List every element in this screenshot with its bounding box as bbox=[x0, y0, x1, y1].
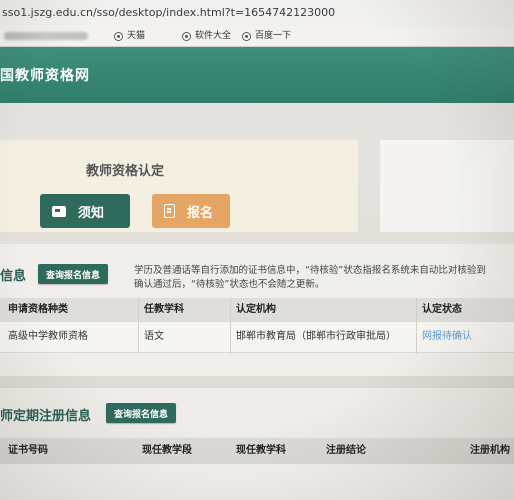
registration-table-header: 证书号码 现任教学段 现任教学科 注册结论 注册机构 bbox=[0, 438, 514, 464]
site-title: 国教师资格网 bbox=[0, 68, 90, 84]
info-section-title: 信息 bbox=[0, 269, 27, 284]
bookmark-tmall[interactable]: 天猫 bbox=[114, 26, 145, 46]
column-divider bbox=[138, 298, 139, 354]
side-panel bbox=[380, 140, 514, 232]
bookmarks-bar: 天猫 软件大全 百度一下 bbox=[0, 26, 514, 47]
query-registration-button-2[interactable]: 查询报名信息 bbox=[106, 403, 176, 423]
globe-icon bbox=[182, 31, 191, 41]
cell-agency: 邯郸市教育局（邯郸市行政审批局） bbox=[236, 331, 396, 342]
column-header: 申请资格种类 bbox=[8, 304, 68, 315]
column-divider bbox=[230, 298, 231, 354]
column-header: 现任教学段 bbox=[142, 445, 192, 456]
column-header: 任教学科 bbox=[144, 304, 184, 315]
column-header: 认定状态 bbox=[422, 304, 462, 315]
register-button-label: 报名 bbox=[187, 205, 214, 221]
column-header: 现任教学科 bbox=[236, 445, 286, 456]
bookmark-software[interactable]: 软件大全 bbox=[182, 26, 231, 46]
register-button[interactable]: 报名 bbox=[152, 194, 230, 228]
cell-subject: 语文 bbox=[144, 331, 164, 342]
column-divider bbox=[416, 298, 417, 354]
sub-header-band bbox=[0, 103, 514, 133]
column-header: 认定机构 bbox=[236, 304, 276, 315]
bookmark-baidu[interactable]: 百度一下 bbox=[242, 26, 291, 46]
registration-section-title: 师定期注册信息 bbox=[0, 409, 92, 424]
screen: sso1.jszg.edu.cn/sso/desktop/index.html?… bbox=[0, 0, 514, 500]
bookmark-label: 软件大全 bbox=[195, 31, 232, 41]
site-header: 国教师资格网 bbox=[0, 47, 514, 103]
bookmark-label: 百度一下 bbox=[255, 31, 292, 41]
note-line-1: 学历及普通话等自行添加的证书信息中，“待核验”状态指报名系统未自动比对核验到 bbox=[134, 265, 486, 276]
notice-button[interactable]: 须知 bbox=[40, 194, 130, 228]
column-header: 注册机构 bbox=[470, 445, 510, 456]
globe-icon bbox=[242, 31, 251, 41]
table-row: 高级中学教师资格 语文 邯郸市教育局（邯郸市行政审批局） 网报待确认 bbox=[0, 322, 514, 353]
cell-qualification-type: 高级中学教师资格 bbox=[8, 331, 88, 342]
query-button-label: 查询报名信息 bbox=[45, 270, 100, 281]
globe-icon bbox=[114, 31, 123, 41]
certification-table-header: 申请资格种类 任教学科 认定机构 认定状态 bbox=[0, 298, 514, 322]
column-header: 证书号码 bbox=[8, 445, 48, 456]
query-registration-button[interactable]: 查询报名信息 bbox=[38, 264, 108, 284]
id-card-icon bbox=[52, 205, 66, 217]
url-text[interactable]: sso1.jszg.edu.cn/sso/desktop/index.html?… bbox=[2, 6, 335, 19]
note-line-2: 确认通过后，“待核验”状态也不会随之更新。 bbox=[134, 279, 325, 290]
notice-button-label: 须知 bbox=[78, 205, 105, 221]
cell-status-link[interactable]: 网报待确认 bbox=[422, 322, 472, 352]
blurred-bookmark[interactable] bbox=[4, 32, 88, 40]
info-note: 学历及普通话等自行添加的证书信息中，“待核验”状态指报名系统未自动比对核验到 确… bbox=[134, 264, 514, 292]
address-bar[interactable]: sso1.jszg.edu.cn/sso/desktop/index.html?… bbox=[0, 0, 514, 27]
column-header: 注册结论 bbox=[326, 445, 366, 456]
query-button-label: 查询报名信息 bbox=[113, 409, 168, 420]
certification-title: 教师资格认定 bbox=[86, 164, 165, 179]
clipboard-icon bbox=[164, 204, 175, 218]
registration-table-body bbox=[0, 464, 514, 500]
bookmark-label: 天猫 bbox=[127, 31, 146, 41]
